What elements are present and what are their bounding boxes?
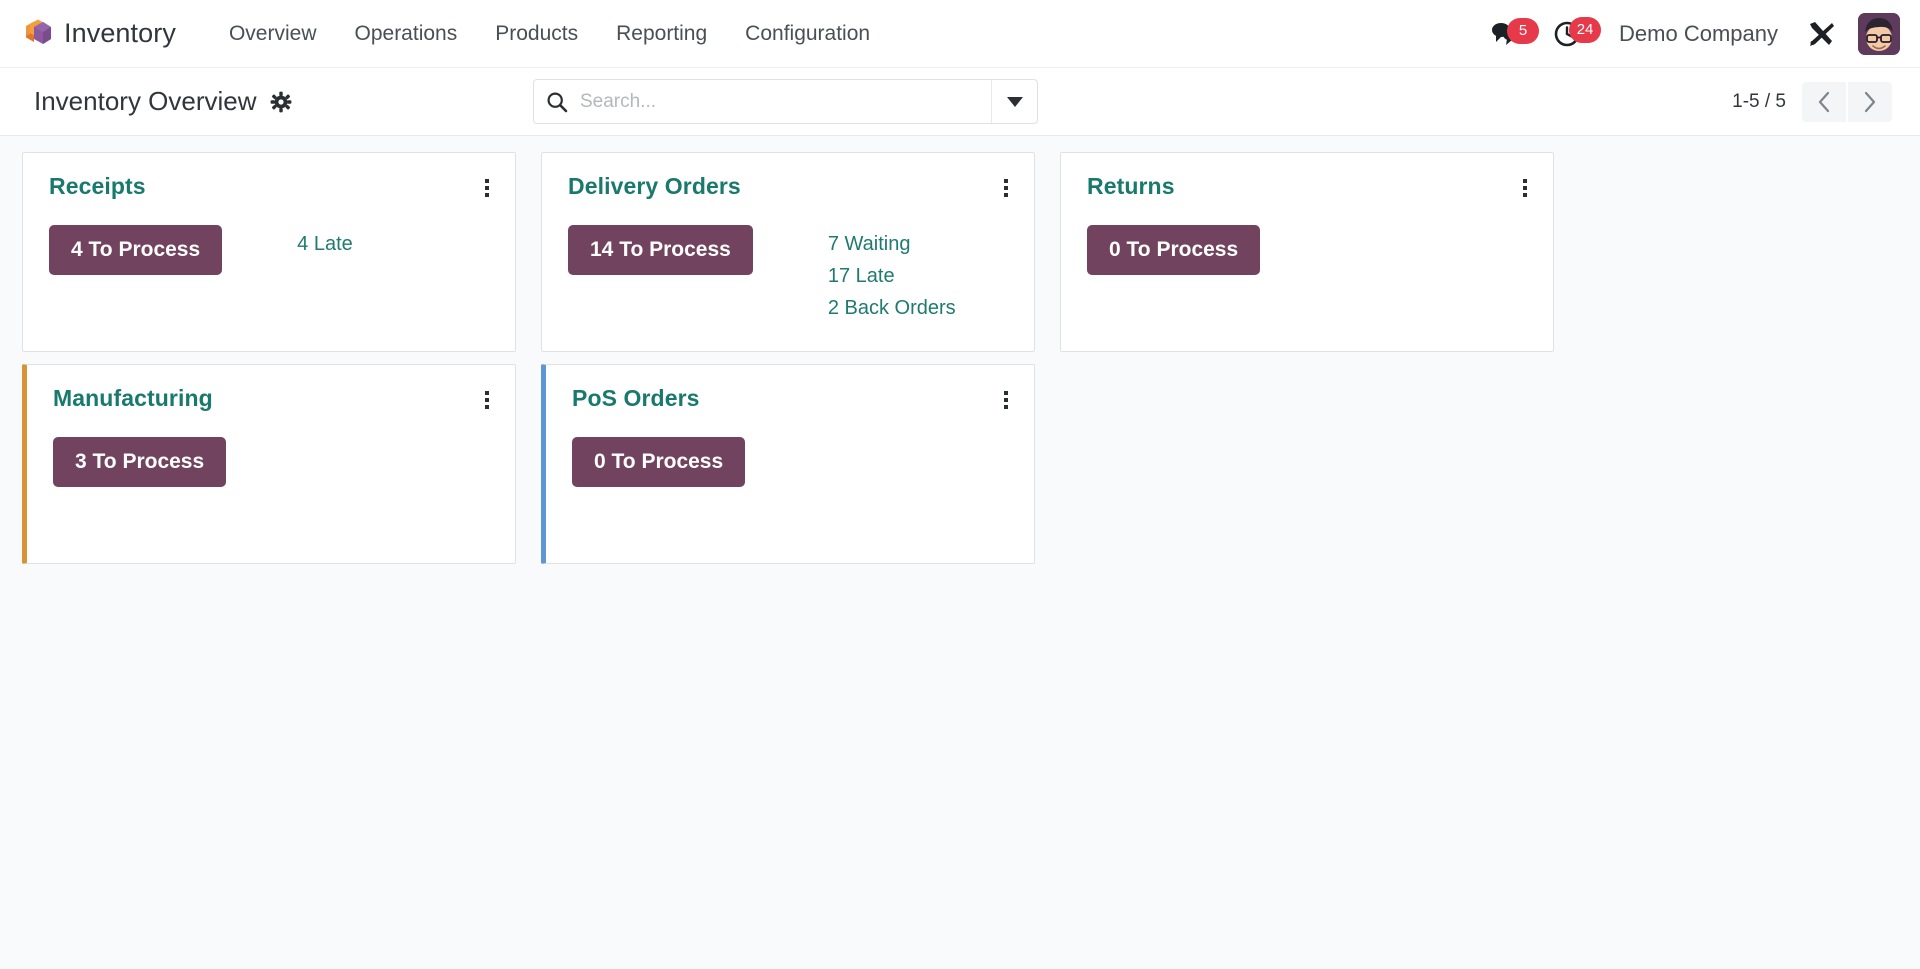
card-title[interactable]: Returns (1087, 173, 1175, 200)
to-process-button[interactable]: 0 To Process (572, 437, 745, 487)
card-header: Manufacturing (53, 385, 493, 415)
card-title[interactable]: Delivery Orders (568, 173, 741, 200)
card-stats: 4 Late (297, 229, 353, 259)
pager-next-button[interactable] (1848, 82, 1892, 122)
main-menu: Overview Operations Products Reporting C… (210, 16, 889, 52)
kanban-card-delivery-orders[interactable]: Delivery Orders 14 To Process 7 Waiting … (541, 152, 1035, 352)
kanban-card-pos-orders[interactable]: PoS Orders 0 To Process (541, 364, 1035, 564)
menu-item-products[interactable]: Products (476, 16, 597, 52)
messages-badge: 5 (1507, 18, 1539, 44)
stat-back-orders[interactable]: 2 Back Orders (828, 293, 956, 323)
search-icon (534, 91, 580, 113)
chevron-right-icon (1863, 91, 1877, 113)
card-header: Delivery Orders (568, 173, 1012, 203)
card-header: Returns (1087, 173, 1531, 203)
kanban-board: Receipts 4 To Process 4 Late Delivery Or… (0, 136, 1920, 592)
top-navbar: Inventory Overview Operations Products R… (0, 0, 1920, 68)
stat-late[interactable]: 17 Late (828, 261, 956, 291)
card-title[interactable]: Receipts (49, 173, 146, 200)
tools-wrench-screwdriver-icon (1806, 19, 1836, 49)
to-process-button[interactable]: 0 To Process (1087, 225, 1260, 275)
to-process-button[interactable]: 4 To Process (49, 225, 222, 275)
stat-waiting[interactable]: 7 Waiting (828, 229, 956, 259)
odoo-cube-icon[interactable] (18, 17, 52, 51)
kebab-menu-icon[interactable] (1519, 173, 1531, 203)
kebab-menu-icon[interactable] (481, 385, 493, 415)
menu-item-reporting[interactable]: Reporting (597, 16, 726, 52)
app-name[interactable]: Inventory (64, 18, 176, 49)
breadcrumb: Inventory Overview (34, 86, 292, 117)
stat-late[interactable]: 4 Late (297, 229, 353, 259)
to-process-button[interactable]: 3 To Process (53, 437, 226, 487)
card-title[interactable]: PoS Orders (572, 385, 700, 412)
kebab-menu-icon[interactable] (481, 173, 493, 203)
kanban-card-manufacturing[interactable]: Manufacturing 3 To Process (22, 364, 516, 564)
menu-item-overview[interactable]: Overview (210, 16, 336, 52)
card-body: 14 To Process 7 Waiting 17 Late 2 Back O… (568, 225, 1012, 323)
search-dropdown-toggle[interactable] (991, 80, 1037, 123)
chevron-left-icon (1817, 91, 1831, 113)
menu-item-configuration[interactable]: Configuration (726, 16, 889, 52)
debug-tools-button[interactable] (1794, 13, 1848, 55)
kebab-menu-icon[interactable] (1000, 173, 1012, 203)
menu-item-operations[interactable]: Operations (336, 16, 477, 52)
pager: 1-5 / 5 (1732, 82, 1892, 122)
kanban-card-receipts[interactable]: Receipts 4 To Process 4 Late (22, 152, 516, 352)
kebab-menu-icon[interactable] (1000, 385, 1012, 415)
company-switcher[interactable]: Demo Company (1603, 15, 1794, 53)
search-input[interactable] (580, 80, 991, 123)
card-header: Receipts (49, 173, 493, 203)
caret-down-icon (1007, 97, 1023, 107)
card-body: 0 To Process (1087, 225, 1531, 275)
search-bar (533, 79, 1038, 124)
card-body: 0 To Process (572, 437, 1012, 487)
control-panel: Inventory Overview (0, 68, 1920, 136)
card-body: 4 To Process 4 Late (49, 225, 493, 275)
navbar-systray: 5 24 Demo Company (1481, 13, 1900, 55)
card-title[interactable]: Manufacturing (53, 385, 213, 412)
card-body: 3 To Process (53, 437, 493, 487)
kanban-card-returns[interactable]: Returns 0 To Process (1060, 152, 1554, 352)
pager-count: 1-5 / 5 (1732, 91, 1786, 113)
page-title: Inventory Overview (34, 86, 257, 117)
gear-icon[interactable] (270, 91, 292, 113)
card-stats: 7 Waiting 17 Late 2 Back Orders (828, 229, 956, 323)
user-avatar[interactable] (1858, 13, 1900, 55)
activities-button[interactable]: 24 (1543, 14, 1603, 54)
to-process-button[interactable]: 14 To Process (568, 225, 753, 275)
card-header: PoS Orders (572, 385, 1012, 415)
activities-badge: 24 (1569, 17, 1601, 43)
messages-button[interactable]: 5 (1481, 15, 1543, 53)
pager-previous-button[interactable] (1802, 82, 1846, 122)
